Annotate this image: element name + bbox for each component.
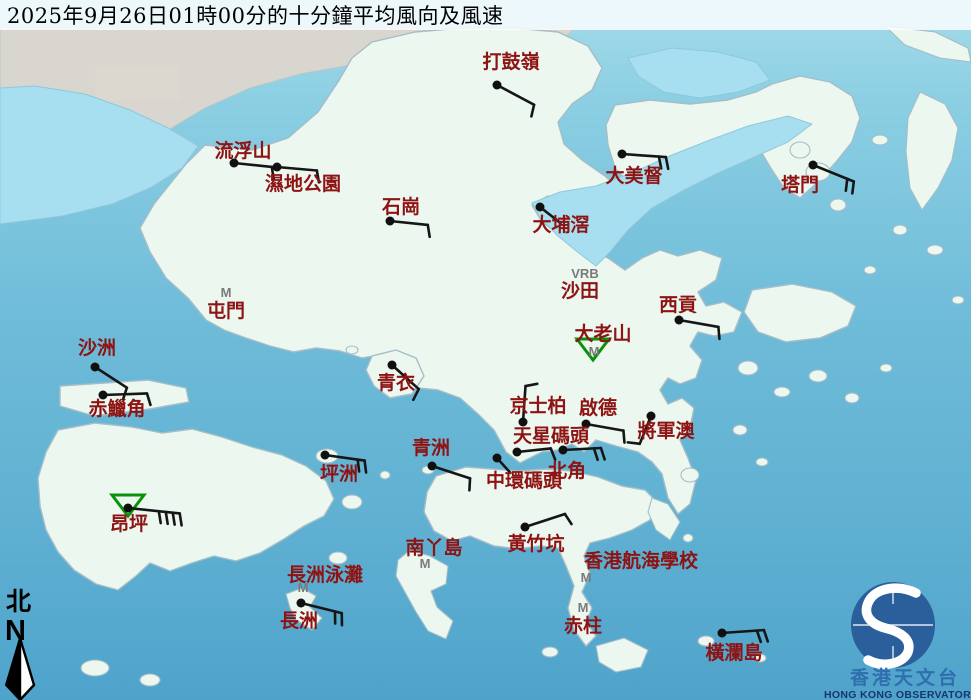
station-label: 流浮山 — [214, 139, 271, 162]
wind-barb-tick — [623, 431, 624, 443]
station-label: 長洲泳灘 — [287, 563, 363, 586]
wind-barb-tick — [718, 327, 719, 339]
station-dot — [559, 446, 568, 455]
map-title-bar: 2025年9月26日01時00分的十分鐘平均風向及風速 — [0, 0, 971, 30]
station-label: 南丫島 — [405, 536, 462, 559]
data-status-marker: M — [578, 600, 589, 615]
tap-mun-islet — [790, 142, 810, 158]
station-label: 屯門 — [207, 299, 245, 322]
map-canvas: 打鼓嶺流浮山濕地公園石崗大埔滘大美督塔門VRB沙田M屯門西貢M大老山沙洲赤鱲角青… — [0, 0, 971, 700]
station-dot — [91, 363, 100, 372]
station-dot — [618, 150, 627, 159]
station-label: 京士柏 — [509, 394, 566, 417]
wind-barb-tick — [365, 461, 366, 473]
wind-map: 打鼓嶺流浮山濕地公園石崗大埔滘大美督塔門VRB沙田M屯門西貢M大老山沙洲赤鱲角青… — [0, 0, 971, 700]
hko-logo-name-cn: 香港天文台 — [849, 666, 960, 689]
station-label: 石崗 — [381, 195, 420, 218]
station-label: 沙田 — [561, 280, 599, 302]
wind-barb-tick — [846, 179, 847, 191]
station-dot — [521, 523, 530, 532]
station-dot — [428, 462, 437, 471]
wind-barb-tick — [852, 181, 853, 193]
data-status-marker: VRB — [571, 266, 598, 281]
data-status-marker: M — [221, 285, 232, 300]
station-label: 黃竹坑 — [507, 532, 564, 555]
hko-logo-name-en: HONG KONG OBSERVATORY — [824, 689, 971, 700]
station-dot — [536, 203, 545, 212]
station-label: 大老山 — [574, 322, 631, 345]
station-dot — [321, 451, 330, 460]
map-title: 2025年9月26日01時00分的十分鐘平均風向及風速 — [0, 0, 503, 30]
data-status-marker: M — [581, 570, 592, 585]
data-status-marker: M — [589, 344, 600, 359]
wind-barb-shaft — [103, 393, 147, 395]
station-dot — [809, 161, 818, 170]
wind-barb-tick — [428, 225, 430, 237]
station-label: 青洲 — [412, 437, 450, 459]
station-label: 長洲 — [280, 610, 318, 632]
station-dot — [493, 81, 502, 90]
station-dot — [297, 599, 306, 608]
station-label: 濕地公園 — [265, 172, 341, 195]
station-label: 天星碼頭 — [513, 425, 590, 447]
wind-barb-tick — [166, 512, 168, 524]
station-label: 赤柱 — [564, 614, 602, 637]
station-label: 啟德 — [579, 396, 617, 419]
wind-barb-tick — [180, 513, 182, 525]
station-dot — [388, 361, 397, 370]
station-label: 大美督 — [605, 164, 662, 187]
wind-barb-tick — [469, 478, 470, 490]
station-dot — [124, 504, 133, 513]
station-label: 大埔滘 — [532, 213, 589, 236]
station-label: 塔門 — [781, 173, 819, 196]
station-label: 西貢 — [659, 294, 697, 316]
north-label-n: N — [5, 615, 26, 647]
station-label: 沙洲 — [78, 337, 116, 359]
station-label: 香港航海學校 — [583, 549, 699, 572]
station-label: 青衣 — [377, 371, 415, 394]
station-label: 橫瀾島 — [705, 641, 762, 664]
north-label-cn: 北 — [6, 587, 31, 616]
station-dot — [513, 448, 522, 457]
station-label: 將軍澳 — [637, 419, 695, 442]
wind-barb-tick — [628, 442, 640, 443]
station-dot — [718, 629, 727, 638]
station-label: 赤鱲角 — [88, 397, 145, 420]
station-dot — [493, 454, 502, 463]
station-dot — [675, 316, 684, 325]
station-dot — [273, 163, 282, 172]
wind-barb-tick — [173, 513, 175, 525]
station-label: 中環碼頭 — [486, 469, 563, 492]
urban-texture — [95, 66, 180, 100]
wind-barb-tick — [159, 511, 161, 523]
station-label: 打鼓嶺 — [482, 50, 539, 73]
station-label: 坪洲 — [320, 463, 358, 485]
station-label: 昂坪 — [110, 513, 148, 535]
